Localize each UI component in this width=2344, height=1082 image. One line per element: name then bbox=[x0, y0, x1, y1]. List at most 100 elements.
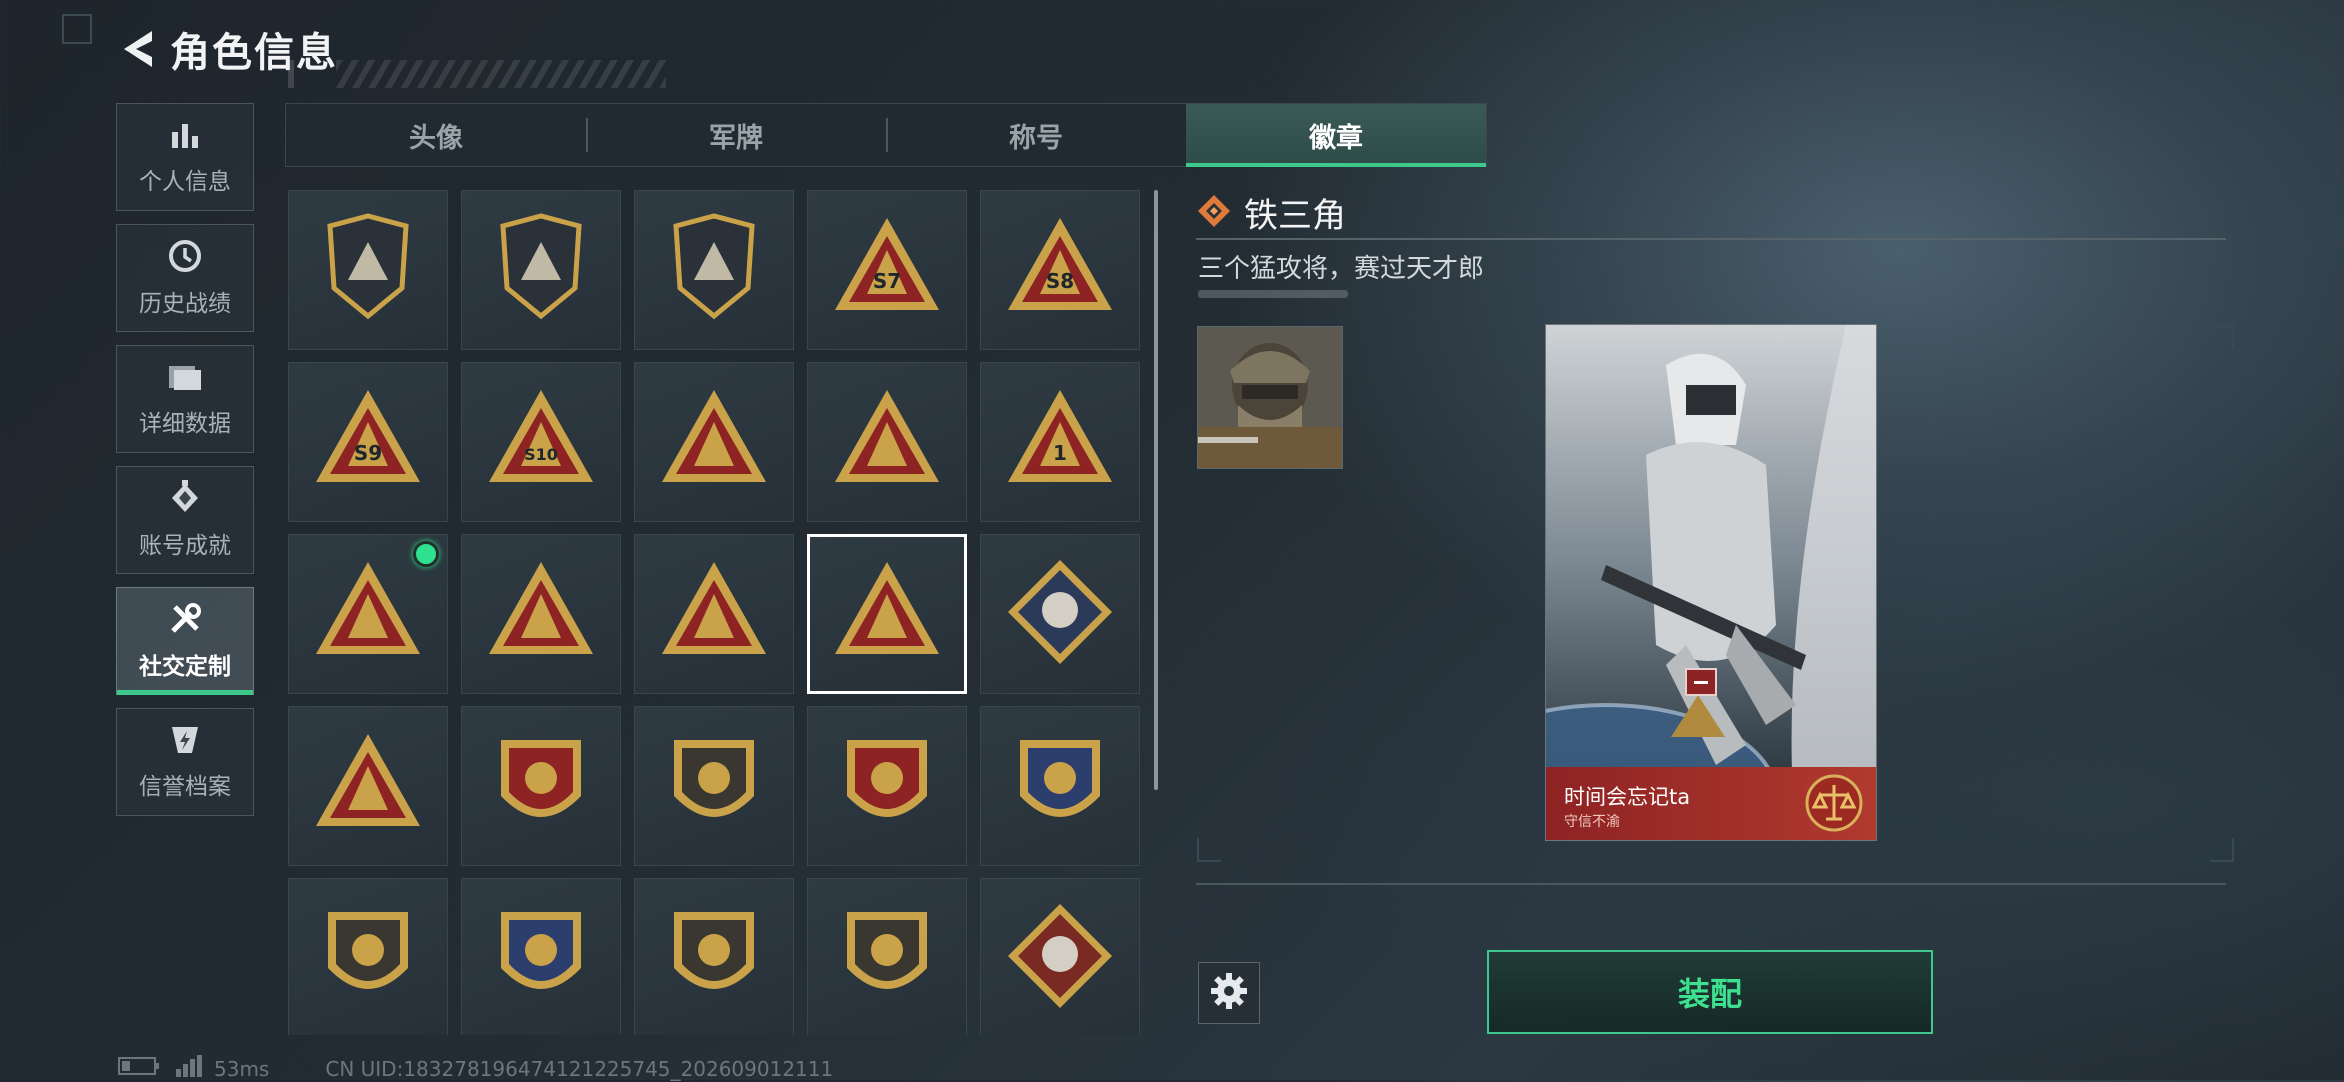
signal-icon bbox=[176, 1055, 204, 1082]
badge-cell[interactable] bbox=[634, 706, 794, 866]
battery-icon bbox=[118, 1056, 160, 1081]
badge-cell[interactable] bbox=[807, 706, 967, 866]
tab-badge[interactable]: 徽章 bbox=[1186, 104, 1486, 167]
header: 角色信息 bbox=[116, 24, 666, 88]
badge-cell[interactable] bbox=[634, 878, 794, 1035]
scales-emblem-icon bbox=[1804, 773, 1864, 837]
s7-season-badge-icon: S7 bbox=[829, 210, 945, 330]
bar-chart-icon bbox=[168, 118, 202, 156]
diver-badge-icon bbox=[310, 726, 426, 846]
blurred-text bbox=[1198, 290, 1348, 298]
sidebar-item-label: 账号成就 bbox=[139, 533, 231, 559]
bird-nest-badge-icon bbox=[829, 382, 945, 502]
badge-cell[interactable] bbox=[807, 878, 967, 1035]
badge-cell[interactable] bbox=[461, 534, 621, 694]
tab-title[interactable]: 称号 bbox=[886, 104, 1186, 166]
badge-cell[interactable] bbox=[634, 534, 794, 694]
sidebar-item-detailed-data[interactable]: 详细数据 bbox=[116, 345, 254, 453]
badge-name: 铁三角 bbox=[1244, 196, 1346, 236]
sidebar-item-history[interactable]: 历史战绩 bbox=[116, 224, 254, 332]
badge-cell[interactable] bbox=[461, 190, 621, 350]
badge-detail-header: 铁三角 bbox=[1196, 188, 1346, 237]
badge-cell[interactable] bbox=[634, 362, 794, 522]
wolf-diamond-badge-icon bbox=[1002, 898, 1118, 1018]
settings-button[interactable] bbox=[1198, 962, 1260, 1024]
sidebar: 个人信息 历史战绩 详细数据 账号成就 社交定制 信誉档案 bbox=[116, 103, 254, 829]
rock-hand-badge-icon bbox=[656, 382, 772, 502]
crystal-shield-badge-icon bbox=[1002, 726, 1118, 846]
rose-diamond-badge-icon bbox=[1002, 554, 1118, 674]
sidebar-item-achievements[interactable]: 账号成就 bbox=[116, 466, 254, 574]
equip-button[interactable]: 装配 bbox=[1487, 950, 1933, 1034]
latency-text: 53ms bbox=[214, 1056, 270, 1081]
history-clock-icon bbox=[167, 238, 203, 278]
rifle-shield-badge-icon bbox=[656, 898, 772, 1018]
wave-soldier-badge-icon bbox=[483, 554, 599, 674]
badge-cell[interactable] bbox=[288, 190, 448, 350]
shield-triangle-badge-icon bbox=[310, 210, 426, 330]
badge-cell[interactable]: S9 bbox=[288, 362, 448, 522]
divider bbox=[1196, 238, 2226, 240]
back-arrow-icon[interactable] bbox=[116, 27, 160, 71]
s8-season-badge-icon: S8 bbox=[1002, 210, 1118, 330]
sidebar-item-label: 个人信息 bbox=[139, 169, 231, 195]
svg-text:S7: S7 bbox=[873, 269, 901, 293]
svg-text:S8: S8 bbox=[1046, 269, 1074, 293]
badge-cell[interactable] bbox=[288, 534, 448, 694]
chevron-shield-badge-icon bbox=[656, 726, 772, 846]
dagger-shield-badge-icon bbox=[656, 210, 772, 330]
character-card: 时间会忘记ta 守信不渝 bbox=[1545, 324, 1877, 841]
gear-icon bbox=[1209, 971, 1249, 1015]
gold-rifle-badge-icon bbox=[829, 898, 945, 1018]
badge-cell[interactable] bbox=[288, 878, 448, 1035]
sidebar-item-social-custom[interactable]: 社交定制 bbox=[116, 587, 254, 695]
badge-cell[interactable] bbox=[980, 878, 1140, 1035]
card-footer: 时间会忘记ta 守信不渝 bbox=[1546, 767, 1876, 840]
title-decoration bbox=[336, 60, 666, 88]
new-indicator-dot bbox=[413, 541, 439, 567]
badge-description: 三个猛攻将，赛过天才郎 bbox=[1198, 254, 1485, 284]
badge-cell-selected[interactable] bbox=[807, 534, 967, 694]
helicopter-badge-icon bbox=[483, 210, 599, 330]
star-emblem-badge-icon bbox=[483, 726, 599, 846]
sidebar-item-profile[interactable]: 个人信息 bbox=[116, 103, 254, 211]
badge-cell[interactable] bbox=[807, 362, 967, 522]
iron-triangle-badge-icon bbox=[829, 554, 945, 674]
frame-bracket bbox=[1197, 838, 1221, 862]
badge-cell[interactable]: S10 bbox=[461, 362, 621, 522]
badge-cell[interactable] bbox=[461, 878, 621, 1035]
usb-stick-badge-icon bbox=[310, 554, 426, 674]
winged-stars-badge-icon bbox=[829, 726, 945, 846]
s9-season-badge-icon: S9 bbox=[310, 382, 426, 502]
badge-cell[interactable] bbox=[980, 534, 1140, 694]
sidebar-item-credit-record[interactable]: 信誉档案 bbox=[116, 708, 254, 816]
badge-cell[interactable] bbox=[288, 706, 448, 866]
three-soldiers-badge-icon bbox=[656, 554, 772, 674]
frame-bracket bbox=[2210, 325, 2234, 349]
credit-shield-icon bbox=[168, 723, 202, 761]
avatar bbox=[1197, 326, 1343, 469]
card-player-name: 时间会忘记ta bbox=[1564, 785, 1691, 809]
rifle-crosshair-badge-icon bbox=[483, 898, 599, 1018]
status-bar: 53ms CN UID:183278196474121225745_202609… bbox=[118, 1055, 833, 1082]
divider bbox=[1196, 883, 2226, 885]
number-one-badge-icon: 1 bbox=[1002, 382, 1118, 502]
sidebar-item-label: 详细数据 bbox=[139, 411, 231, 437]
badge-cell[interactable] bbox=[461, 706, 621, 866]
tools-icon bbox=[167, 601, 203, 641]
uid-text: CN UID:183278196474121225745_20260901211… bbox=[325, 1056, 834, 1081]
tab-dogtag[interactable]: 军牌 bbox=[586, 104, 886, 166]
card-subtitle: 守信不渝 bbox=[1564, 814, 1620, 830]
badge-cell[interactable]: 1 bbox=[980, 362, 1140, 522]
badge-cell[interactable] bbox=[980, 706, 1140, 866]
badge-cell[interactable]: S7 bbox=[807, 190, 967, 350]
badge-grid: S7 S8 S9 S10 1 bbox=[288, 190, 1140, 1035]
badge-cell[interactable]: S8 bbox=[980, 190, 1140, 350]
s10-eagle-badge-icon: S10 bbox=[483, 382, 599, 502]
tab-avatar[interactable]: 头像 bbox=[286, 104, 586, 166]
badge-cell[interactable] bbox=[634, 190, 794, 350]
svg-text:S9: S9 bbox=[354, 441, 382, 465]
sidebar-item-label: 信誉档案 bbox=[139, 774, 231, 800]
grid-scrollbar[interactable] bbox=[1154, 190, 1158, 790]
svg-text:1: 1 bbox=[1053, 441, 1067, 465]
